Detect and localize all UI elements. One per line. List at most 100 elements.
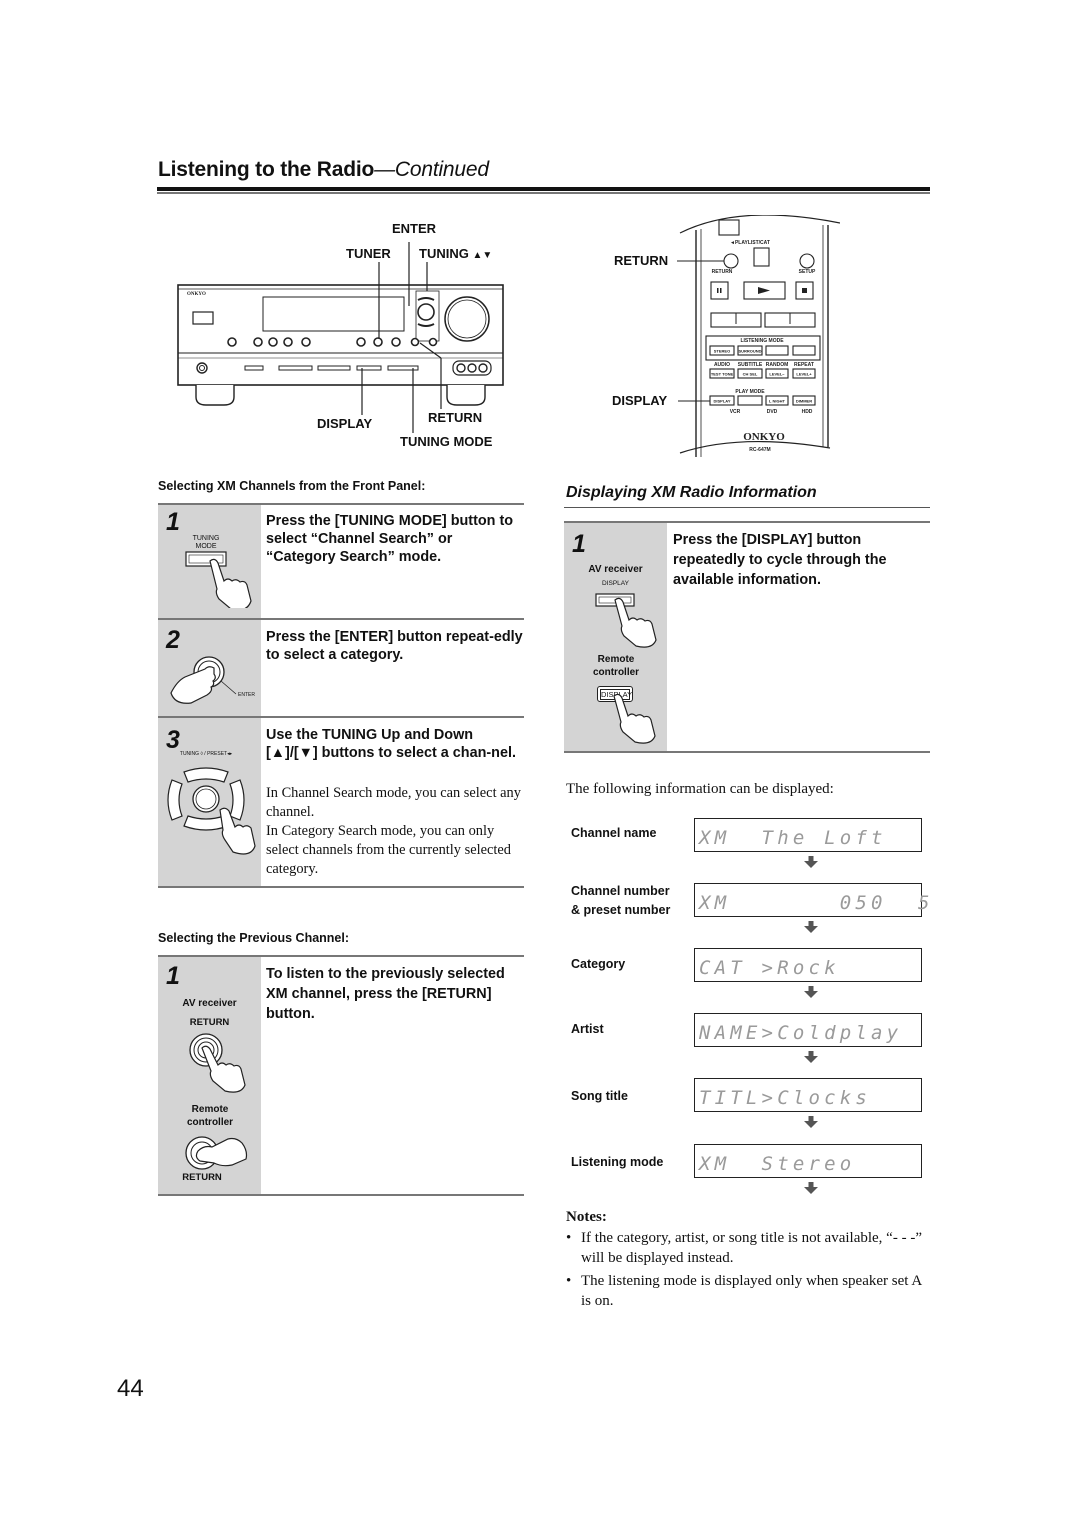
note-item: • If the category, artist, or song title…	[566, 1228, 930, 1268]
callout-tuning-text: TUNING	[419, 246, 469, 261]
title-rule-thin	[157, 192, 930, 194]
svg-text:RC-647M: RC-647M	[749, 447, 770, 453]
page-title-continued: —Continued	[374, 158, 489, 181]
finger-press-icon	[185, 551, 252, 608]
svg-text:DISPLAY: DISPLAY	[714, 399, 731, 404]
lcd-display: XM The Loft	[694, 818, 922, 852]
svg-text:L NIGHT: L NIGHT	[769, 399, 785, 404]
svg-text:AUDIO: AUDIO	[714, 362, 730, 368]
bullet-icon: •	[566, 1273, 572, 1289]
display-button-press-icon	[595, 593, 657, 648]
down-arrow-icon	[804, 856, 818, 874]
display-info-title: Displaying XM Radio Information	[566, 484, 817, 501]
svg-text:ONKYO: ONKYO	[743, 431, 785, 443]
prev-remote-return-label: RETURN	[182, 1172, 222, 1183]
svg-text:DIMMER: DIMMER	[796, 399, 812, 404]
svg-text:LEVEL+: LEVEL+	[796, 372, 812, 377]
notes-title: Notes:	[566, 1209, 607, 1225]
lcd-display-text: XM The Loft	[699, 827, 887, 849]
return-button-press-icon	[189, 1033, 246, 1093]
step-1-number: 1	[166, 508, 180, 536]
step-2-instruction: Press the [ENTER] button repeat-edly to …	[266, 629, 523, 663]
remote-label-playlist: ◄PLAYLIST/CAT	[730, 240, 770, 246]
down-arrow-icon	[804, 986, 818, 1004]
lcd-display: XM Stereo	[694, 1144, 922, 1178]
bullet-icon: •	[566, 1230, 572, 1246]
display-step-number: 1	[572, 530, 586, 558]
page-title: Listening to the Radio—Continued	[158, 158, 489, 182]
svg-text:VCR: VCR	[730, 409, 741, 415]
lcd-display: NAME>Coldplay	[694, 1013, 922, 1047]
receiver-display-button-label: DISPLAY	[602, 580, 629, 587]
tuning-cross-keys-icon	[167, 767, 256, 855]
svg-text:SUBTITLE: SUBTITLE	[738, 362, 763, 368]
callout-return: RETURN	[428, 410, 483, 425]
display-av-receiver-label: AV receiver	[588, 564, 643, 575]
step-divider	[158, 886, 524, 888]
display-intro-text: The following information can be display…	[566, 781, 834, 797]
callout-tuning-mode: TUNING MODE	[400, 434, 493, 449]
down-arrow-icon	[804, 1116, 818, 1134]
callout-display: DISPLAY	[317, 416, 373, 431]
lcd-display: XM 050 5	[694, 883, 929, 917]
callout-tuning: TUNING ▲▼	[419, 246, 492, 261]
lcd-display: CAT >Rock	[694, 948, 922, 982]
svg-text:CH SEL: CH SEL	[743, 372, 758, 377]
svg-text:RANDOM: RANDOM	[766, 362, 789, 368]
up-down-arrow-icon: ▲▼	[472, 250, 493, 261]
receiver-diagram: ONKYO ENTER TUNER TUNING ▲▼ RETURN DISPL…	[160, 215, 520, 455]
display-step-instruction: Press the [DISPLAY] button repeatedly to…	[673, 532, 887, 588]
tuning-preset-label: TUNING ◊ / PRESET◂▸	[179, 751, 233, 757]
step-1-instruction: Press the [TUNING MODE] button to select…	[266, 513, 514, 565]
lcd-display-text: NAME>Coldplay	[699, 1022, 903, 1044]
svg-text:TEST TONE: TEST TONE	[711, 372, 734, 377]
front-panel-subhead: Selecting XM Channels from the Front Pan…	[158, 479, 426, 493]
svg-text:ONKYO: ONKYO	[187, 292, 206, 297]
lcd-display-text: CAT >Rock	[699, 957, 840, 979]
svg-text:LISTENING MODE: LISTENING MODE	[740, 338, 784, 344]
page-number: 44	[117, 1375, 144, 1402]
step-3-note-category-search: In Category Search mode, you can only se…	[266, 823, 511, 877]
lcd-display: TITL>Clocks	[694, 1078, 922, 1112]
step-divider	[564, 751, 930, 753]
down-arrow-icon	[804, 1182, 818, 1200]
section-title-rule	[564, 507, 930, 508]
svg-text:LEVEL−: LEVEL−	[769, 372, 785, 377]
remote-return-press-icon	[185, 1136, 248, 1170]
svg-text:SURROUND: SURROUND	[738, 349, 761, 354]
prev-step-instruction: To listen to the previously selected XM …	[266, 966, 505, 1022]
callout-enter: ENTER	[392, 221, 437, 236]
note-text: The listening mode is displayed only whe…	[581, 1273, 922, 1309]
step-divider	[158, 1194, 524, 1196]
note-text: If the category, artist, or song title i…	[581, 1230, 922, 1266]
svg-text:HDD: HDD	[802, 409, 813, 415]
down-arrow-icon	[804, 1051, 818, 1069]
display-remote-label: Remote controller	[592, 654, 640, 678]
remote-callout-display: DISPLAY	[612, 393, 668, 408]
finger-press-icon	[613, 694, 656, 744]
lcd-row-label: Channel name	[571, 826, 657, 840]
remote-diagram: ◄PLAYLIST/CAT RETURN SETUP LISTENING MOD…	[600, 214, 841, 465]
lcd-display-text: XM 050 5	[699, 892, 934, 914]
lcd-row-label: Channel number & preset number	[571, 884, 671, 917]
prev-av-receiver-label: AV receiver	[182, 998, 237, 1009]
page-title-main: Listening to the Radio	[158, 158, 375, 181]
svg-text:REPEAT: REPEAT	[794, 362, 814, 368]
remote-callout-return: RETURN	[614, 253, 669, 268]
svg-text:DVD: DVD	[767, 409, 778, 415]
step-3-note-channel-search: In Channel Search mode, you can select a…	[266, 785, 521, 820]
lcd-display-text: XM Stereo	[699, 1153, 856, 1175]
tuning-mode-button-label: TUNING MODE	[192, 535, 220, 550]
svg-text:PLAY MODE: PLAY MODE	[735, 389, 765, 395]
svg-text:RETURN: RETURN	[712, 269, 733, 275]
lcd-row-label: Category	[571, 957, 626, 971]
lcd-row-label: Listening mode	[571, 1155, 664, 1169]
note-item: • The listening mode is displayed only w…	[566, 1271, 930, 1311]
title-rule	[157, 187, 930, 191]
svg-text:SETUP: SETUP	[799, 269, 816, 275]
svg-text:STEREO: STEREO	[714, 349, 730, 354]
prev-remote-label: Remote controller	[186, 1104, 234, 1128]
down-arrow-icon	[804, 921, 818, 939]
step-3-instruction: Use the TUNING Up and Down [▲]/[▼] butto…	[266, 727, 516, 761]
lcd-display-text: TITL>Clocks	[699, 1087, 872, 1109]
